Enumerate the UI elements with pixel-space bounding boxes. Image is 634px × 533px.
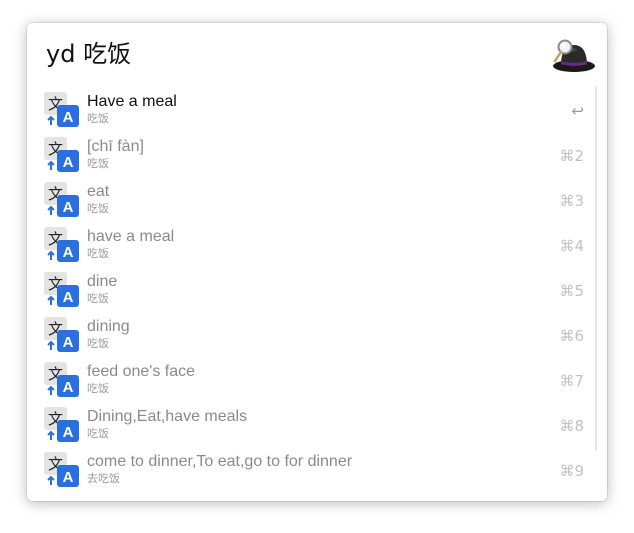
svg-text:A: A <box>63 469 74 486</box>
result-title: feed one's face <box>87 363 196 380</box>
return-key-shortcut: ↩ <box>571 102 584 120</box>
svg-text:A: A <box>63 379 74 396</box>
translate-icon: 文 A <box>44 92 79 127</box>
result-subtitle: 吃饭 <box>87 112 109 125</box>
svg-text:A: A <box>63 334 74 351</box>
result-row[interactable]: 文 A have a meal 吃饭 ⌘4 <box>27 225 607 270</box>
result-title: have a meal <box>87 228 175 245</box>
result-subtitle: 吃饭 <box>87 202 109 215</box>
alfred-hat-icon <box>553 39 595 72</box>
result-title: dine <box>87 273 118 290</box>
result-row[interactable]: 文 A eat 吃饭 ⌘3 <box>27 180 607 225</box>
result-subtitle: 吃饭 <box>87 157 109 170</box>
translate-icon: 文 A <box>44 452 79 487</box>
result-title: eat <box>87 183 110 200</box>
translate-icon: 文 A <box>44 137 79 172</box>
search-bar[interactable]: yd 吃饭 <box>27 23 607 85</box>
result-row[interactable]: 文 A come to dinner,To eat,go to for dinn… <box>27 450 607 495</box>
shortcut-label: ⌘8 <box>559 417 584 435</box>
translate-icon: 文 A <box>44 227 79 262</box>
svg-text:A: A <box>63 109 74 126</box>
result-subtitle: 吃饭 <box>87 337 109 350</box>
shortcut-label: ⌘4 <box>559 237 584 255</box>
result-row[interactable]: 文 A Dining,Eat,have meals 吃饭 ⌘8 <box>27 405 607 450</box>
shortcut-label: ⌘7 <box>559 372 584 390</box>
shortcut-label: ⌘3 <box>559 192 584 210</box>
results-list: 文 A Have a meal 吃饭 ↩ 文 A [chī fàn] 吃饭 ⌘2 <box>27 90 607 498</box>
result-title: [chī fàn] <box>87 138 144 155</box>
translate-icon: 文 A <box>44 407 79 442</box>
result-subtitle: 吃饭 <box>87 427 109 440</box>
result-title: come to dinner,To eat,go to for dinner <box>87 453 353 470</box>
translate-icon: 文 A <box>44 362 79 397</box>
svg-text:A: A <box>63 199 74 216</box>
shortcut-label: ⌘9 <box>559 462 584 480</box>
svg-text:A: A <box>63 289 74 306</box>
result-row[interactable]: 文 A Have a meal 吃饭 ↩ <box>27 90 607 135</box>
result-subtitle: 吃饭 <box>87 292 109 305</box>
svg-text:A: A <box>63 244 74 261</box>
search-input[interactable]: yd 吃饭 <box>46 38 131 70</box>
shortcut-label: ⌘6 <box>559 327 584 345</box>
result-row[interactable]: 文 A [chī fàn] 吃饭 ⌘2 <box>27 135 607 180</box>
result-title: Have a meal <box>87 93 177 110</box>
svg-text:A: A <box>63 154 74 171</box>
svg-text:A: A <box>63 424 74 441</box>
result-title: Dining,Eat,have meals <box>87 408 248 425</box>
translate-icon: 文 A <box>44 317 79 352</box>
shortcut-label: ⌘5 <box>559 282 584 300</box>
scrollbar[interactable] <box>595 86 597 451</box>
result-row[interactable]: 文 A feed one's face 吃饭 ⌘7 <box>27 360 607 405</box>
translate-icon: 文 A <box>44 182 79 217</box>
result-row[interactable]: 文 A dine 吃饭 ⌘5 <box>27 270 607 315</box>
shortcut-label: ⌘2 <box>559 147 584 165</box>
result-subtitle: 去吃饭 <box>87 472 120 485</box>
result-subtitle: 吃饭 <box>87 247 109 260</box>
translate-icon: 文 A <box>44 272 79 307</box>
alfred-window: yd 吃饭 文 A Have a meal 吃饭 ↩ 文 A [chī fàn]… <box>27 23 607 501</box>
result-subtitle: 吃饭 <box>87 382 109 395</box>
result-title: dining <box>87 318 130 335</box>
result-row[interactable]: 文 A dining 吃饭 ⌘6 <box>27 315 607 360</box>
